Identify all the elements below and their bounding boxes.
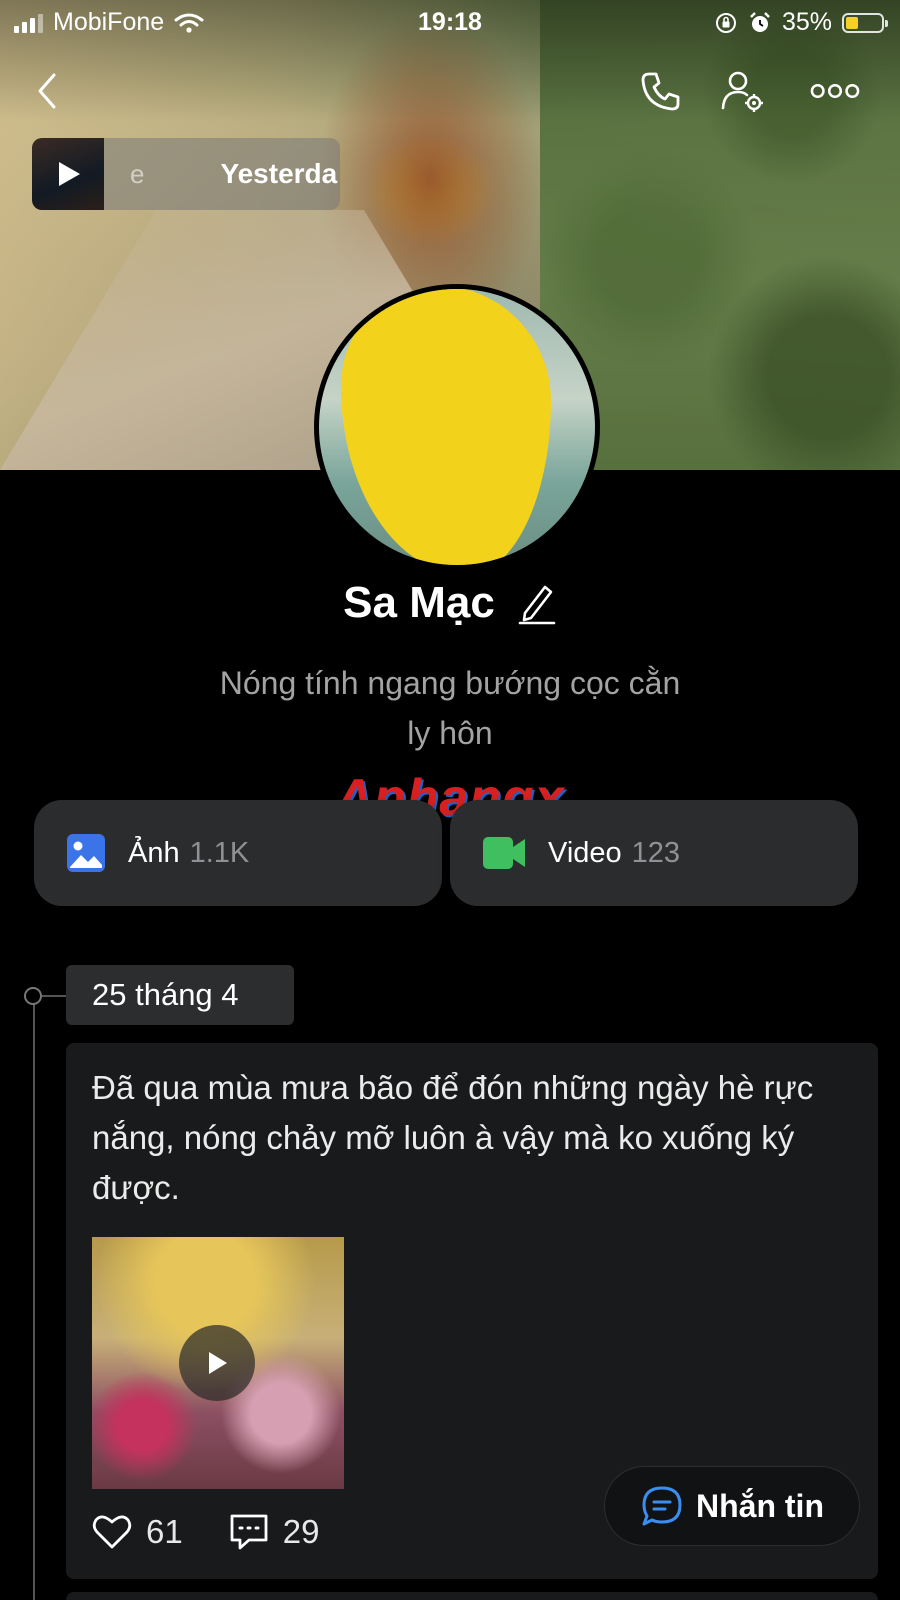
send-message-label: Nhắn tin [696, 1487, 824, 1524]
photos-label: Ảnh [128, 836, 180, 869]
comment-count: 29 [282, 1513, 320, 1550]
call-button[interactable] [636, 66, 686, 116]
comment-icon [230, 1514, 268, 1550]
like-button[interactable]: 61 [92, 1513, 183, 1551]
videos-label: Video [548, 836, 622, 869]
video-camera-icon [483, 837, 525, 869]
story-preview[interactable]: e Yesterda [32, 138, 340, 210]
timeline-dot [24, 987, 42, 1005]
timeline-date: 25 tháng 4 [66, 965, 294, 1025]
videos-count: 123 [631, 836, 681, 869]
photos-count: 1.1K [189, 836, 250, 869]
story-partial-text: e [130, 158, 145, 189]
phone-icon [641, 72, 680, 111]
alarm-icon [750, 11, 770, 32]
like-count: 61 [146, 1513, 183, 1550]
back-button[interactable] [22, 66, 72, 116]
post-text: Đã qua mùa mưa bão để đón những ngày hè … [92, 1069, 814, 1206]
more-dots-icon [810, 83, 860, 99]
chat-bubble-icon [642, 1486, 682, 1526]
comment-button[interactable]: 29 [229, 1513, 320, 1551]
bio-line-2: ly hôn [407, 715, 493, 751]
post-stats: 61 29 [92, 1513, 365, 1551]
story-label: Yesterda [220, 158, 338, 189]
profile-settings-button[interactable] [718, 66, 768, 116]
heart-icon [92, 1515, 132, 1549]
bio-line-1: Nóng tính ngang bướng cọc cằn [219, 665, 681, 701]
photos-button[interactable]: Ảnh 1.1K [34, 800, 442, 906]
chevron-left-icon [38, 73, 56, 109]
post-video-thumbnail[interactable] [92, 1237, 344, 1489]
play-icon [209, 1352, 227, 1374]
avatar-redaction [341, 289, 551, 565]
video-play-button[interactable] [179, 1325, 255, 1401]
user-settings-icon [721, 71, 763, 112]
status-bar: MobiFone 19:18 35% [0, 0, 900, 46]
send-message-button[interactable]: Nhắn tin [604, 1466, 860, 1546]
status-right: 35% [714, 8, 888, 37]
battery-icon [842, 12, 888, 33]
edit-pencil-icon[interactable] [517, 581, 557, 625]
avatar[interactable] [314, 284, 600, 570]
profile-name: Sa Mạc [343, 578, 495, 627]
story-thumbnail [32, 138, 104, 210]
profile-bio: Nóng tính ngang bướng cọc cằn ly hôn [0, 658, 900, 758]
timeline-connector [42, 995, 66, 997]
timeline-line [33, 996, 35, 1600]
image-icon [67, 834, 105, 872]
battery-percent: 35% [781, 8, 832, 36]
profile-name-row: Sa Mạc [0, 578, 900, 628]
more-button[interactable] [810, 66, 860, 116]
play-icon [59, 162, 80, 186]
next-post-card [66, 1592, 878, 1600]
videos-button[interactable]: Video 123 [450, 800, 858, 906]
orientation-lock-icon [715, 12, 736, 33]
